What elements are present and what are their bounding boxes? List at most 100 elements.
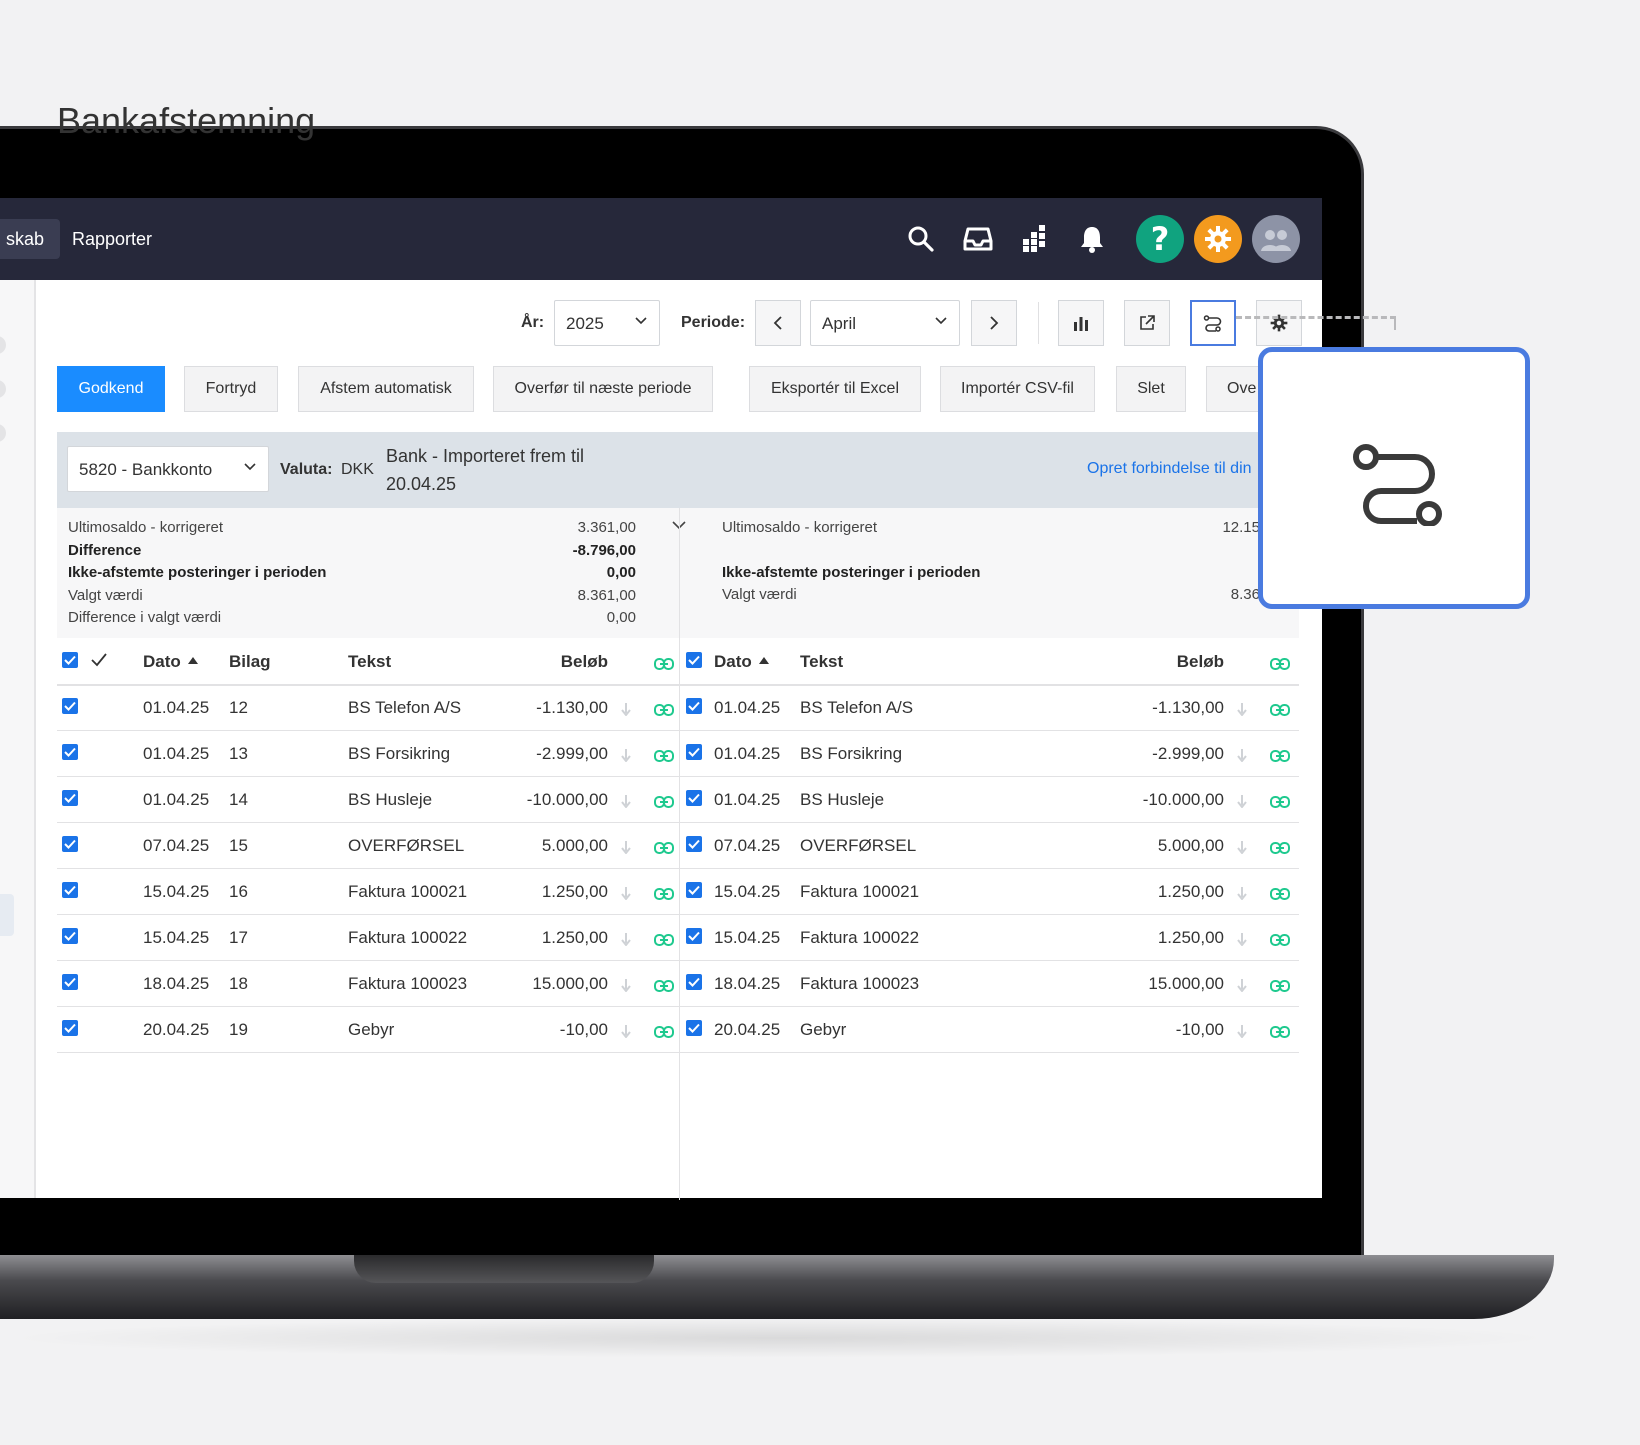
move-down-icon[interactable] — [1237, 840, 1247, 854]
row-checkbox[interactable] — [62, 1020, 78, 1036]
row-checkbox[interactable] — [686, 1020, 702, 1036]
col-date-header[interactable]: Dato — [714, 652, 752, 672]
col-voucher-header[interactable]: Bilag — [229, 652, 271, 672]
chevron-right-icon — [990, 316, 999, 330]
row-amount: -2.999,00 — [1152, 744, 1224, 763]
export-excel-button[interactable]: Eksportér til Excel — [749, 366, 921, 412]
nav-tab-previous[interactable]: skab — [0, 219, 61, 259]
row-checkbox[interactable] — [62, 974, 78, 990]
row-checkbox[interactable] — [62, 882, 78, 898]
link-icon[interactable] — [654, 842, 674, 854]
link-icon[interactable] — [1270, 704, 1290, 716]
link-icon[interactable] — [654, 1026, 674, 1038]
settings-button[interactable] — [1256, 300, 1302, 346]
row-checkbox[interactable] — [62, 928, 78, 944]
row-checkbox[interactable] — [62, 836, 78, 852]
undo-button[interactable]: Fortryd — [184, 366, 278, 412]
inbox-icon[interactable] — [954, 215, 1002, 263]
row-voucher: 13 — [229, 744, 248, 763]
col-text-header[interactable]: Tekst — [348, 652, 391, 672]
move-down-icon[interactable] — [621, 702, 631, 716]
bell-icon[interactable] — [1068, 215, 1116, 263]
row-checkbox[interactable] — [686, 790, 702, 806]
settings-icon[interactable] — [1194, 215, 1242, 263]
row-checkbox[interactable] — [62, 698, 78, 714]
move-down-icon[interactable] — [621, 794, 631, 808]
import-csv-button[interactable]: Importér CSV-fil — [940, 366, 1095, 412]
delete-button[interactable]: Slet — [1116, 366, 1186, 412]
row-checkbox[interactable] — [686, 836, 702, 852]
row-date: 20.04.25 — [714, 1020, 781, 1039]
move-down-icon[interactable] — [621, 886, 631, 900]
link-icon[interactable] — [1270, 980, 1290, 992]
link-icon[interactable] — [654, 704, 674, 716]
move-down-icon[interactable] — [621, 748, 631, 762]
row-checkbox[interactable] — [62, 744, 78, 760]
move-down-icon[interactable] — [621, 840, 631, 854]
link-icon[interactable] — [654, 888, 674, 900]
row-amount: -1.130,00 — [536, 698, 608, 717]
row-checkbox[interactable] — [686, 744, 702, 760]
apps-grid-icon[interactable] — [1011, 215, 1059, 263]
link-icon[interactable] — [654, 796, 674, 808]
link-icon[interactable] — [1270, 750, 1290, 762]
laptop-shadow — [0, 1318, 1560, 1358]
approve-button[interactable]: Godkend — [57, 366, 165, 412]
row-date: 01.04.25 — [143, 790, 210, 809]
transfer-next-period-button[interactable]: Overfør til næste periode — [493, 366, 713, 412]
open-external-button[interactable] — [1124, 300, 1170, 346]
avatar[interactable] — [1252, 215, 1300, 263]
row-checkbox[interactable] — [686, 974, 702, 990]
help-icon[interactable]: ? — [1136, 215, 1184, 263]
rail-tab[interactable] — [0, 894, 14, 936]
move-down-icon[interactable] — [1237, 978, 1247, 992]
row-checkbox[interactable] — [686, 698, 702, 714]
connect-bank-link[interactable]: Opret forbindelse til din — [1087, 460, 1252, 478]
row-amount: -10,00 — [1175, 1020, 1224, 1039]
laptop-notch — [354, 1255, 654, 1283]
nav-tab-reports[interactable]: Rapporter — [72, 219, 152, 259]
currency-value: DKK — [341, 461, 374, 478]
move-down-icon[interactable] — [621, 978, 631, 992]
chevron-down-icon — [244, 463, 256, 471]
link-icon[interactable] — [1270, 842, 1290, 854]
move-down-icon[interactable] — [1237, 794, 1247, 808]
link-icon — [654, 658, 674, 670]
link-icon[interactable] — [1270, 888, 1290, 900]
col-amount-header[interactable]: Beløb — [540, 652, 608, 672]
move-down-icon[interactable] — [1237, 702, 1247, 716]
select-all-left-checkbox[interactable] — [62, 652, 78, 668]
row-voucher: 15 — [229, 836, 248, 855]
row-checkbox[interactable] — [686, 928, 702, 944]
link-icon[interactable] — [654, 980, 674, 992]
search-icon[interactable] — [897, 215, 945, 263]
link-icon[interactable] — [654, 750, 674, 762]
checkmark-icon[interactable] — [90, 652, 108, 668]
chart-button[interactable] — [1058, 300, 1104, 346]
link-icon[interactable] — [1270, 934, 1290, 946]
row-checkbox[interactable] — [686, 882, 702, 898]
period-select[interactable]: April — [810, 300, 960, 346]
link-icon[interactable] — [654, 934, 674, 946]
move-down-icon[interactable] — [1237, 886, 1247, 900]
move-down-icon[interactable] — [1237, 932, 1247, 946]
move-down-icon[interactable] — [621, 1024, 631, 1038]
col-date-header[interactable]: Dato — [143, 652, 181, 672]
previous-period-button[interactable] — [755, 300, 801, 346]
select-all-right-checkbox[interactable] — [686, 652, 702, 668]
col-text-header[interactable]: Tekst — [800, 652, 843, 672]
col-amount-header[interactable]: Beløb — [1160, 652, 1224, 672]
chevron-down-icon — [935, 317, 947, 325]
connection-button[interactable] — [1190, 300, 1236, 346]
year-select[interactable]: 2025 — [554, 300, 660, 346]
move-down-icon[interactable] — [621, 932, 631, 946]
move-down-icon[interactable] — [1237, 1024, 1247, 1038]
link-icon[interactable] — [1270, 1026, 1290, 1038]
auto-reconcile-button[interactable]: Afstem automatisk — [298, 366, 474, 412]
move-down-icon[interactable] — [1237, 748, 1247, 762]
row-divider — [680, 822, 1299, 823]
next-period-button[interactable] — [971, 300, 1017, 346]
row-checkbox[interactable] — [62, 790, 78, 806]
account-select[interactable]: 5820 - Bankkonto — [67, 446, 269, 492]
link-icon[interactable] — [1270, 796, 1290, 808]
